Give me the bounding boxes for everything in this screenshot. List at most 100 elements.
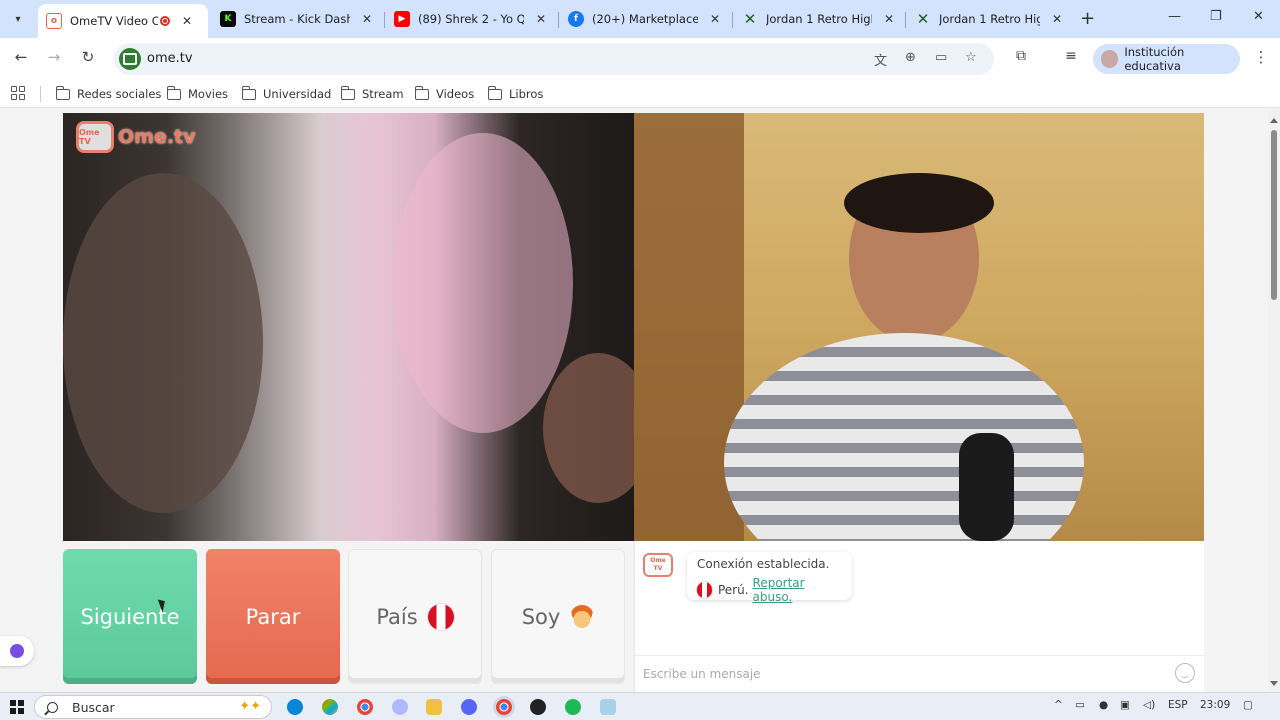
extensions-puzzle-icon[interactable]: ⧉ xyxy=(1010,48,1032,64)
next-button[interactable]: Siguiente xyxy=(63,549,197,684)
notifications-icon[interactable]: ▢ xyxy=(1243,699,1253,711)
bookmark-folder[interactable]: Videos xyxy=(414,85,474,101)
forward-arrow-icon[interactable]: → xyxy=(43,48,65,66)
spotify-icon[interactable] xyxy=(565,699,581,715)
video-shape xyxy=(393,133,573,433)
profile-button[interactable]: Institución educativa xyxy=(1093,44,1240,74)
bookmark-star-icon[interactable]: ☆ xyxy=(965,50,977,65)
restore-icon[interactable]: ❐ xyxy=(1210,9,1222,24)
tab-title: (20+) Marketplace - / xyxy=(592,12,698,26)
taskbar-search-box[interactable]: Buscar ✦✦ xyxy=(34,695,272,719)
close-tab-icon[interactable]: ✕ xyxy=(1050,12,1064,26)
bookmarks-separator xyxy=(40,86,41,102)
discord-icon[interactable] xyxy=(461,699,477,715)
microphone-icon[interactable]: ● xyxy=(1099,699,1108,711)
scroll-down-arrow-icon[interactable] xyxy=(1270,681,1278,686)
country-filter-button[interactable]: País xyxy=(348,549,482,684)
tab-title: Jordan 1 Retro High xyxy=(766,12,872,26)
address-bar[interactable]: ome.tv 文 ⊕ ▭ ☆ xyxy=(114,43,994,75)
obs-icon[interactable] xyxy=(530,699,546,715)
translate-icon[interactable]: 文 xyxy=(874,50,887,69)
message-input[interactable] xyxy=(643,664,1163,684)
tab-kick[interactable]: K Stream - Kick Dashbo ✕ xyxy=(212,4,382,34)
report-abuse-link[interactable]: Reportar abuso. xyxy=(753,576,842,604)
ometv-logo: Ome TV Ome.tv xyxy=(76,121,196,153)
file-explorer-icon[interactable] xyxy=(426,699,442,715)
cast-icon[interactable]: ▭ xyxy=(935,50,947,65)
close-tab-icon[interactable]: ✕ xyxy=(534,12,548,26)
tab-title: (89) Shrek 2 - Yo Quie xyxy=(418,12,524,26)
message-composer xyxy=(635,655,1205,692)
ometv-favicon: o xyxy=(46,13,62,29)
tab-title: Stream - Kick Dashbo xyxy=(244,12,350,26)
close-tab-icon[interactable]: ✕ xyxy=(180,14,194,28)
tab-youtube[interactable]: ▶ (89) Shrek 2 - Yo Quie ✕ xyxy=(386,4,556,34)
stranger-video: Ome TV Ome.tv xyxy=(63,113,634,541)
bookmark-folder[interactable]: Redes sociales xyxy=(55,85,161,101)
chrome-active-icon[interactable] xyxy=(496,699,512,715)
system-message: Conexión establecida. Perú. Reportar abu… xyxy=(687,552,852,604)
battery-icon[interactable]: ▭ xyxy=(1075,699,1085,711)
edge-icon[interactable] xyxy=(287,699,303,715)
close-tab-icon[interactable]: ✕ xyxy=(708,12,722,26)
reload-icon[interactable]: ↻ xyxy=(77,48,99,66)
new-tab-plus-icon[interactable]: + xyxy=(1080,8,1095,29)
app-icon[interactable] xyxy=(392,699,408,715)
stop-button[interactable]: Parar xyxy=(206,549,340,684)
video-shape xyxy=(724,333,1084,541)
site-info-icon[interactable] xyxy=(119,48,141,70)
scroll-up-arrow-icon[interactable] xyxy=(1270,118,1278,123)
apps-grid-icon[interactable] xyxy=(11,86,25,100)
language-indicator[interactable]: ESP xyxy=(1168,699,1188,711)
tab-separator xyxy=(558,12,559,28)
avatar xyxy=(1101,50,1119,68)
close-tab-icon[interactable]: ✕ xyxy=(882,12,896,26)
bookmark-folder[interactable]: Libros xyxy=(487,85,543,101)
bookmark-folder[interactable]: Universidad xyxy=(241,85,331,101)
video-shape xyxy=(844,173,994,233)
x-favicon: ✕ xyxy=(743,10,757,28)
tab-jordan-2[interactable]: ✕ Jordan 1 Retro High C ✕ xyxy=(907,4,1072,34)
gender-filter-button[interactable]: Soy xyxy=(491,549,625,684)
brain-icon xyxy=(10,644,24,658)
tab-jordan-1[interactable]: ✕ Jordan 1 Retro High ✕ xyxy=(734,4,904,34)
windows-start-icon[interactable] xyxy=(10,700,24,714)
minimize-icon[interactable]: — xyxy=(1168,9,1181,24)
tray-chevron-icon[interactable]: ^ xyxy=(1054,699,1063,711)
taskbar-search-label: Buscar xyxy=(72,699,115,715)
side-extension-widget[interactable] xyxy=(0,636,34,666)
emoji-picker-icon[interactable] xyxy=(1175,663,1195,683)
self-video xyxy=(634,113,1204,541)
folder-icon xyxy=(55,85,70,100)
volume-icon[interactable]: ◁) xyxy=(1143,699,1155,711)
zoom-icon[interactable]: ⊕ xyxy=(905,50,916,65)
notepad-icon[interactable] xyxy=(600,699,616,715)
kick-favicon: K xyxy=(220,11,236,27)
chrome-icon[interactable] xyxy=(357,699,373,715)
url-text[interactable]: ome.tv xyxy=(147,51,193,66)
clock[interactable]: 23:09 xyxy=(1200,699,1230,711)
video-shape xyxy=(63,173,263,513)
menu-kebab-icon[interactable]: ⋮ xyxy=(1250,48,1272,66)
connection-status-text: Conexión establecida. xyxy=(697,557,830,571)
media-queue-icon[interactable]: ≡ xyxy=(1060,48,1082,64)
tab-facebook[interactable]: f (20+) Marketplace - / ✕ xyxy=(560,4,730,34)
tab-search-chevron-icon[interactable]: ▾ xyxy=(6,7,30,31)
close-window-icon[interactable]: ✕ xyxy=(1253,9,1264,24)
scrollbar-thumb[interactable] xyxy=(1271,130,1277,300)
back-arrow-icon[interactable]: ← xyxy=(10,48,32,66)
tab-ometv[interactable]: o OmeTV Video Ch ✕ xyxy=(38,4,208,38)
page-scrollbar[interactable] xyxy=(1268,108,1280,692)
tab-separator xyxy=(384,12,385,28)
close-tab-icon[interactable]: ✕ xyxy=(360,12,374,26)
search-icon xyxy=(47,701,58,713)
video-shape xyxy=(959,433,1014,541)
copilot-icon[interactable] xyxy=(322,699,338,715)
bookmark-folder[interactable]: Stream xyxy=(340,85,404,101)
network-icon[interactable]: ▣ xyxy=(1120,699,1130,711)
profile-label: Institución educativa xyxy=(1124,45,1185,73)
x-favicon: ✕ xyxy=(916,10,930,28)
folder-icon xyxy=(487,85,502,100)
bookmark-folder[interactable]: Movies xyxy=(166,85,228,101)
bookmarks-bar: Redes sociales Movies Universidad Stream… xyxy=(0,80,1280,108)
